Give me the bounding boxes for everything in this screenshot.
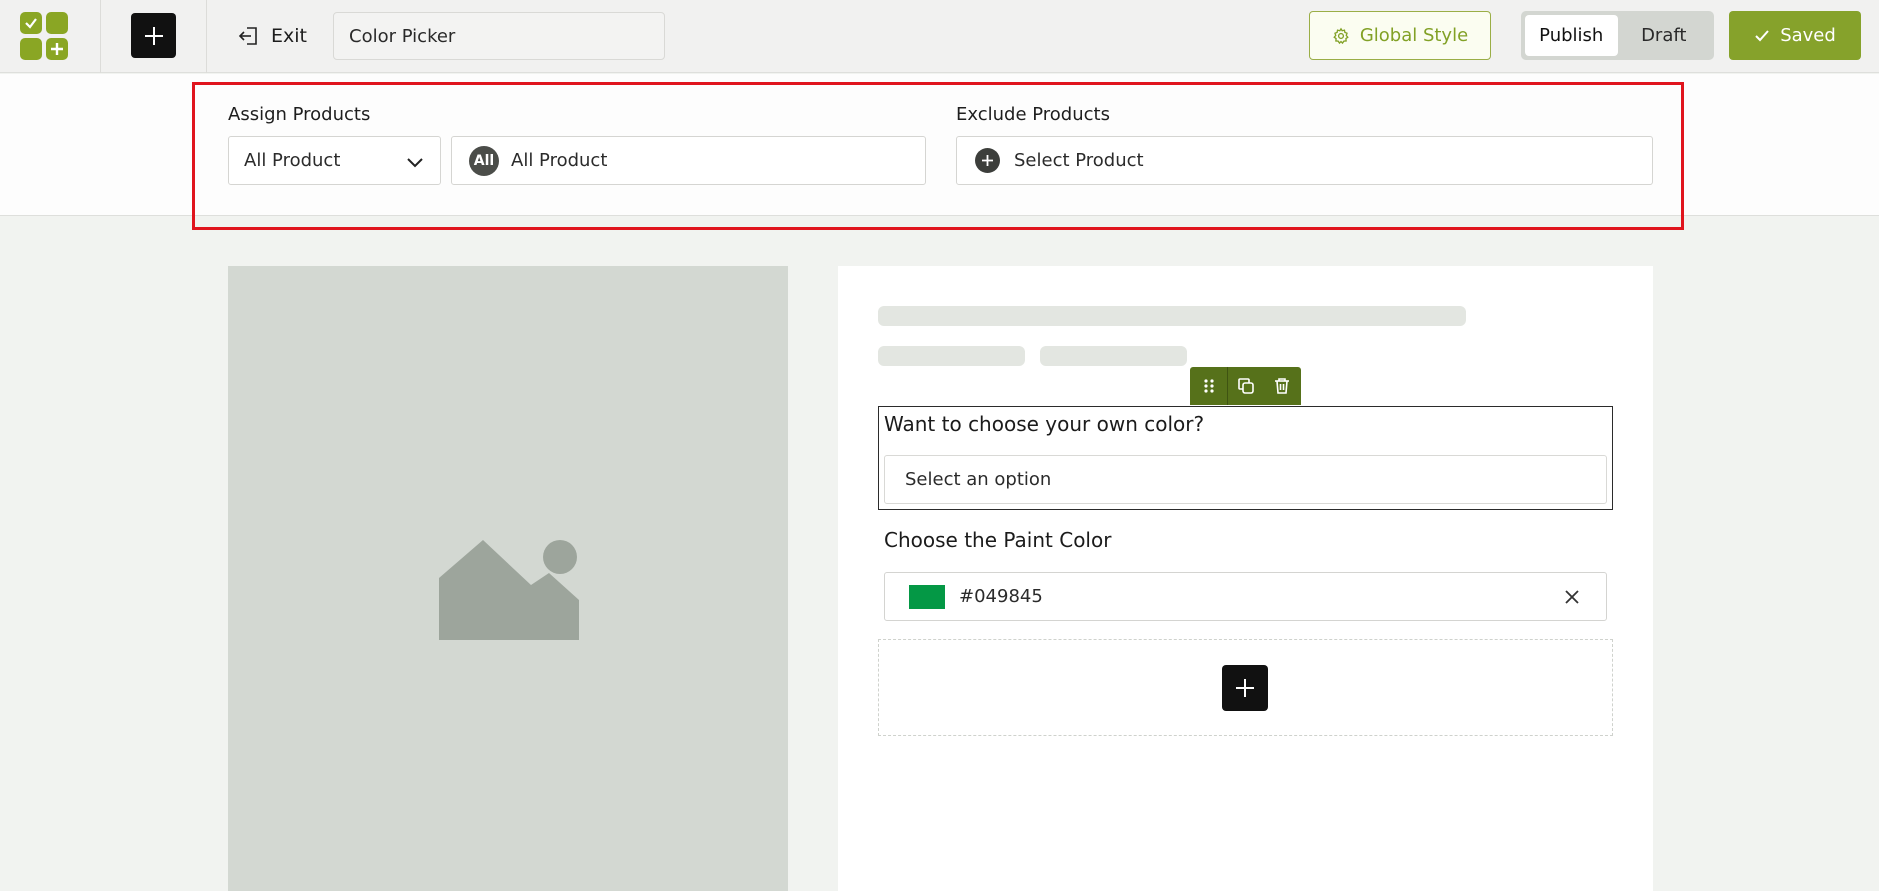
divider — [206, 0, 207, 73]
plus-icon — [144, 26, 163, 45]
close-icon[interactable] — [1562, 587, 1582, 607]
divider — [100, 0, 101, 73]
color-picker-field[interactable]: #049845 — [884, 572, 1607, 621]
plus-circle-icon — [975, 148, 1000, 173]
paint-color-label: Choose the Paint Color — [884, 528, 1112, 552]
chevron-down-icon — [407, 158, 423, 168]
assign-products-select[interactable]: All Product — [228, 136, 441, 185]
block-toolbar — [1190, 367, 1301, 405]
price-skeleton — [878, 346, 1025, 366]
image-placeholder-icon — [439, 540, 579, 640]
assigned-products-field[interactable]: All All Product — [451, 136, 926, 185]
global-style-label: Global Style — [1359, 25, 1469, 46]
add-block-button[interactable] — [1222, 665, 1268, 711]
all-badge: All — [469, 145, 499, 176]
exclude-products-select[interactable]: Select Product — [956, 136, 1653, 185]
trash-icon[interactable] — [1264, 367, 1300, 405]
page-title-value: Color Picker — [349, 25, 456, 47]
global-style-button[interactable]: Global Style — [1309, 11, 1491, 60]
gear-icon — [1333, 27, 1349, 44]
option-select-placeholder: Select an option — [905, 469, 1052, 490]
color-value: #049845 — [959, 586, 1043, 607]
exclude-products-label: Exclude Products — [956, 104, 1110, 125]
question-label: Want to choose your own color? — [884, 412, 1205, 436]
exit-door-icon — [238, 27, 257, 45]
check-icon — [1755, 29, 1769, 41]
publish-draft-toggle: Publish Draft — [1521, 11, 1714, 60]
exclude-placeholder: Select Product — [1014, 150, 1144, 171]
saved-label: Saved — [1780, 25, 1836, 46]
exit-label: Exit — [271, 25, 307, 47]
app-logo-icon[interactable] — [20, 12, 70, 60]
saved-button[interactable]: Saved — [1729, 11, 1861, 60]
top-toolbar: Exit Color Picker Global Style Publish D… — [0, 0, 1879, 73]
exit-button[interactable]: Exit — [237, 20, 307, 52]
product-image-placeholder — [228, 266, 788, 891]
option-select[interactable]: Select an option — [884, 455, 1607, 504]
add-element-button[interactable] — [131, 13, 176, 58]
draft-option[interactable]: Draft — [1618, 15, 1711, 56]
publish-option[interactable]: Publish — [1525, 15, 1618, 56]
price-skeleton — [1040, 346, 1187, 366]
copy-icon[interactable] — [1228, 367, 1264, 405]
drag-handle-icon[interactable] — [1190, 367, 1227, 405]
page-title-input[interactable]: Color Picker — [333, 12, 665, 60]
plus-icon — [1236, 679, 1254, 697]
all-product-chip: All Product — [511, 150, 608, 171]
assign-select-value: All Product — [244, 150, 341, 171]
title-skeleton — [878, 306, 1466, 326]
color-swatch[interactable] — [909, 584, 945, 609]
assign-products-label: Assign Products — [228, 104, 371, 125]
